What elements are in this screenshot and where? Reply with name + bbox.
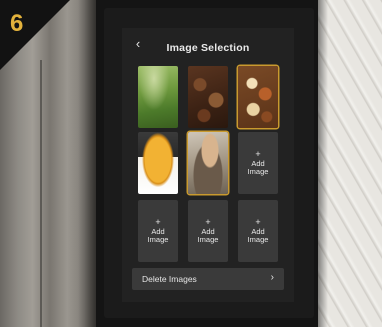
add-image-button[interactable]: + Add Image [238,132,278,194]
add-image-label-line2: Image [247,167,269,176]
plus-icon: + [255,217,261,228]
add-image-button[interactable]: + Add Image [188,200,228,262]
image-tile-coffee-cup[interactable] [138,132,178,194]
image-tile-tea-field[interactable] [138,66,178,128]
image-tile-spices[interactable] [238,66,278,128]
screen-header: ‹ Image Selection [122,28,294,54]
chevron-right-icon: › [270,272,274,283]
plus-icon: + [255,149,261,160]
add-image-label-line2: Image [197,235,219,244]
add-image-button[interactable]: + Add Image [138,200,178,262]
page-title: Image Selection [166,42,250,54]
image-tile-coffee-beans[interactable] [188,66,228,128]
add-image-label-line2: Image [147,235,169,244]
background-wall-shadow [318,0,328,327]
step-number: 6 [10,10,24,37]
plus-icon: + [155,217,161,228]
delete-images-label: Delete Images [142,274,197,284]
background-panel-seam [40,60,42,327]
add-image-button[interactable]: + Add Image [238,200,278,262]
add-image-label-line2: Image [247,235,269,244]
image-selection-screen: ‹ Image Selection + Add Image + Add Imag… [122,28,294,302]
plus-icon: + [205,217,211,228]
image-tile-woman-drinking[interactable] [188,132,228,194]
delete-images-button[interactable]: Delete Images › [132,268,284,290]
